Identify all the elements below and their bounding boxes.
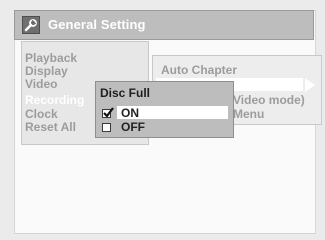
option-on[interactable]: ON xyxy=(121,107,139,120)
checkbox-off[interactable] xyxy=(102,123,111,132)
checkbox-on[interactable] xyxy=(102,107,114,118)
menu-item-reset-all[interactable]: Reset All xyxy=(25,121,76,134)
menu-item-recording[interactable]: Recording xyxy=(25,94,84,107)
dialog-title: Disc Full xyxy=(100,86,151,100)
menu-item-video[interactable]: Video xyxy=(25,78,57,91)
option-off[interactable]: OFF xyxy=(121,121,145,134)
option-video-mode[interactable]: Video mode) xyxy=(233,94,305,107)
option-menu[interactable]: Menu xyxy=(233,108,264,121)
title-bar: General Setting xyxy=(14,10,314,40)
option-auto-chapter[interactable]: Auto Chapter xyxy=(161,64,237,77)
page-title: General Setting xyxy=(48,17,146,32)
arrow-right-icon xyxy=(305,78,315,92)
checkmark-icon xyxy=(103,107,114,118)
wrench-icon xyxy=(22,16,40,34)
